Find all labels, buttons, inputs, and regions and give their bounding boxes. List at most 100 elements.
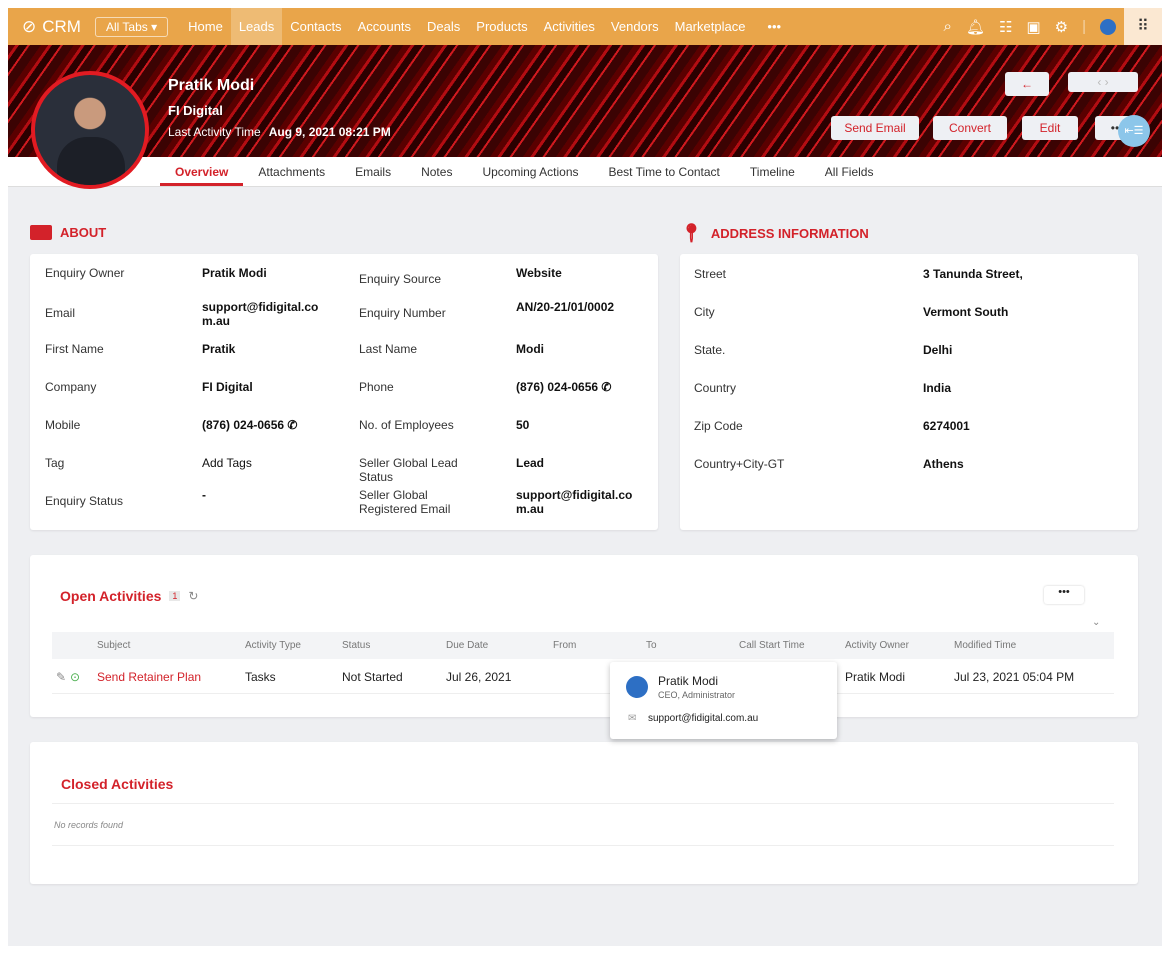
- popup-role: CEO, Administrator: [658, 690, 736, 700]
- crm-app: ⊘ CRM All Tabs ▾ Home Leads Contacts Acco…: [8, 8, 1162, 946]
- back-button[interactable]: ←: [1005, 72, 1049, 96]
- field-value: Lead: [516, 456, 545, 470]
- divider: |: [1082, 18, 1086, 35]
- field-label: Tag: [45, 456, 65, 470]
- subject-link[interactable]: Send Retainer Plan: [97, 661, 201, 694]
- column-header[interactable]: Activity Type: [245, 632, 301, 659]
- popup-name: Pratik Modi: [658, 674, 719, 688]
- tab-timeline[interactable]: Timeline: [735, 157, 810, 186]
- refresh-icon[interactable]: ↻: [188, 589, 198, 603]
- nav-activities[interactable]: Activities: [536, 8, 603, 45]
- top-navigation: ⊘ CRM All Tabs ▾ Home Leads Contacts Acco…: [8, 8, 1162, 45]
- column-header[interactable]: Call Start Time: [739, 632, 805, 659]
- tab-best-time[interactable]: Best Time to Contact: [594, 157, 735, 186]
- table-row[interactable]: ✎ ⊙ Send Retainer Plan Tasks Not Started…: [52, 661, 1114, 694]
- activity-owner[interactable]: Pratik Modi: [845, 661, 905, 694]
- field-label: First Name: [45, 342, 104, 356]
- convert-button[interactable]: Convert: [933, 116, 1007, 140]
- field-label: Company: [45, 380, 97, 394]
- nav-leads[interactable]: Leads: [230, 8, 283, 45]
- field-value: (876) 024-0656 ✆: [202, 418, 298, 432]
- search-icon[interactable]: ⌕: [944, 18, 952, 35]
- nav-contacts[interactable]: Contacts: [282, 8, 349, 45]
- nav-home[interactable]: Home: [180, 8, 231, 45]
- open-activities-title: Open Activities: [60, 588, 162, 604]
- field-value: India: [923, 381, 952, 395]
- gear-icon[interactable]: ⚙: [1055, 18, 1068, 36]
- edit-pencil-icon[interactable]: ✎: [56, 661, 66, 694]
- activities-table-header: Subject Activity Type Status Due Date From To…: [52, 632, 1114, 659]
- send-email-button[interactable]: Send Email: [831, 116, 919, 140]
- field-value: 3 Tanunda Street,: [923, 267, 1023, 281]
- field-label: Phone: [359, 380, 394, 394]
- field-label: Country: [694, 381, 737, 395]
- about-card: Enquiry Owner Pratik Modi Email support@fid…: [30, 254, 658, 530]
- lead-name: Pratik Modi: [168, 77, 255, 94]
- field-value: Pratik Modi: [202, 266, 267, 280]
- user-avatar: [626, 676, 648, 698]
- field-label: Seller Global Lead Status: [359, 456, 458, 484]
- column-header[interactable]: From: [553, 632, 576, 659]
- popup-email[interactable]: support@fidigital.com.au: [648, 713, 758, 724]
- add-note-icon[interactable]: ☷: [999, 18, 1012, 36]
- field-label: Enquiry Owner: [45, 266, 125, 280]
- calendar-icon[interactable]: ▣: [1026, 18, 1040, 36]
- complete-check-icon[interactable]: ⊙: [70, 661, 80, 694]
- add-tags-link[interactable]: Add Tags: [202, 456, 312, 470]
- mail-icon: ✉: [628, 713, 637, 724]
- tab-attachments[interactable]: Attachments: [243, 157, 340, 186]
- logo-icon: ⊘: [22, 16, 37, 36]
- column-header[interactable]: Status: [342, 632, 370, 659]
- field-value: Pratik: [202, 342, 236, 356]
- column-header[interactable]: Due Date: [446, 632, 488, 659]
- bell-icon[interactable]: 🔔︎: [966, 18, 985, 36]
- divider: [52, 803, 1114, 804]
- location-pin-icon: 📍︎: [680, 223, 703, 243]
- address-heading: 📍︎ ADDRESS INFORMATION: [680, 223, 869, 243]
- field-value: Vermont South: [923, 305, 1009, 319]
- filter-settings-icon[interactable]: ⇤☰: [1118, 115, 1150, 147]
- id-card-icon: [30, 225, 52, 240]
- empty-message: No records found: [54, 820, 124, 830]
- column-header[interactable]: Modified Time: [954, 632, 1016, 659]
- field-value: FI Digital: [202, 380, 253, 394]
- nav-products[interactable]: Products: [468, 8, 535, 45]
- nav-more[interactable]: •••: [759, 8, 789, 45]
- nav-vendors[interactable]: Vendors: [603, 8, 667, 45]
- field-label: Last Name: [359, 342, 418, 356]
- lead-company: FI Digital: [168, 103, 223, 118]
- nav-marketplace[interactable]: Marketplace: [667, 8, 754, 45]
- edit-button[interactable]: Edit: [1022, 116, 1078, 140]
- address-card: Street 3 Tanunda Street, City Vermont South…: [680, 254, 1138, 530]
- field-label: Seller Global Registered Email: [359, 488, 451, 516]
- nav-accounts[interactable]: Accounts: [350, 8, 419, 45]
- field-label: Mobile: [45, 418, 81, 432]
- field-value: 50: [516, 418, 530, 432]
- field-label: No. of Employees: [359, 418, 454, 432]
- activities-more-button[interactable]: •••: [1044, 586, 1084, 604]
- tab-notes[interactable]: Notes: [406, 157, 467, 186]
- prev-next-button[interactable]: ‹ ›: [1068, 72, 1138, 92]
- app-grid-icon[interactable]: ⠿: [1124, 8, 1162, 45]
- column-header[interactable]: Activity Owner: [845, 632, 909, 659]
- tab-all-fields[interactable]: All Fields: [810, 157, 889, 186]
- column-header[interactable]: Subject: [97, 632, 130, 659]
- field-label: State.: [694, 343, 726, 357]
- tab-upcoming-actions[interactable]: Upcoming Actions: [467, 157, 593, 186]
- tab-emails[interactable]: Emails: [340, 157, 406, 186]
- field-value: support@fidigital.co m.au: [516, 488, 633, 516]
- field-label: Enquiry Source: [359, 272, 442, 286]
- all-tabs-dropdown[interactable]: All Tabs ▾: [94, 16, 169, 37]
- field-value: Delhi: [923, 343, 953, 357]
- profile-avatar-icon[interactable]: [1100, 18, 1116, 35]
- field-value: support@fidigital.co m.au: [202, 300, 319, 328]
- field-label: Email: [45, 306, 76, 320]
- crm-logo[interactable]: ⊘ CRM: [22, 17, 81, 37]
- closed-activities-card: Closed Activities No records found: [30, 742, 1138, 884]
- nav-deals[interactable]: Deals: [419, 8, 468, 45]
- tab-overview[interactable]: Overview: [160, 157, 244, 186]
- chevron-down-icon[interactable]: ⌄: [1092, 617, 1100, 628]
- column-header[interactable]: To: [646, 632, 657, 659]
- field-label: Zip Code: [694, 419, 743, 433]
- field-value: (876) 024-0656 ✆: [516, 380, 612, 394]
